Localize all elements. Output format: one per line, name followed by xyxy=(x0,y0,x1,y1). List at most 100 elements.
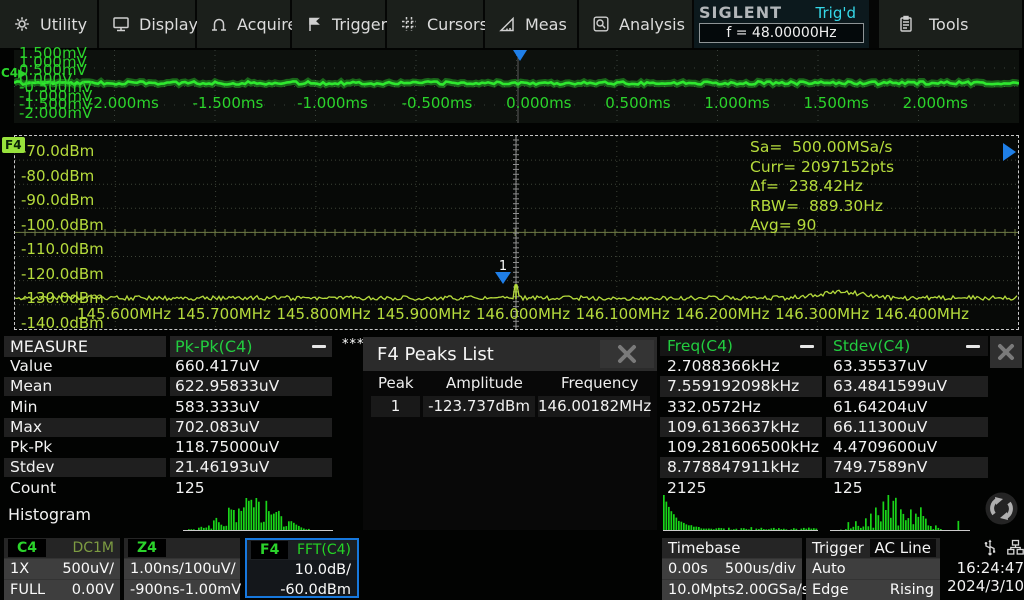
stat-value: 109.281606500kHz xyxy=(660,437,822,457)
measure-row: Mean622.95833uV xyxy=(0,377,337,397)
c4-badge: C4 xyxy=(8,539,46,557)
stat-value: 7.559192098kHz xyxy=(660,376,822,396)
menu-meas-label: Meas xyxy=(525,15,567,34)
measure-row: Min583.333uV xyxy=(0,398,337,418)
trigger-source: AC Line xyxy=(870,539,937,557)
trigger-position-marker[interactable] xyxy=(513,50,527,61)
timebase-title: Timebase xyxy=(668,539,740,557)
fft-level-marker[interactable] xyxy=(1003,143,1016,161)
channel-c4-descriptor[interactable]: C4 DC1M 1X500uV/ FULL0.00V xyxy=(4,538,120,598)
measure-histogram xyxy=(183,497,333,531)
stat-freq-values: 2.7088366kHz7.559192098kHz332.0572Hz109.… xyxy=(660,356,822,498)
menu-meas[interactable]: Meas xyxy=(485,0,577,48)
measure-rows: Value660.417uV Mean622.95833uV Min583.33… xyxy=(0,357,337,499)
menu-acquire[interactable]: Acquire xyxy=(197,0,290,48)
menu-utility-label: Utility xyxy=(40,15,87,34)
clock-panel: 16:24:47 2024/3/10 xyxy=(944,538,1024,598)
measure-minimize-icon[interactable] xyxy=(312,345,326,348)
date-display: 2024/3/10 xyxy=(944,577,1024,595)
siglent-logo: SIGLENT xyxy=(699,3,782,22)
close-icon xyxy=(616,344,638,364)
menu-acquire-label: Acquire xyxy=(237,15,297,34)
cursors-icon xyxy=(400,15,418,33)
trigger-status: Trig'd xyxy=(816,4,864,22)
fft-frequency-axis-labels: 145.600MHz145.700MHz145.800MHz145.900MHz… xyxy=(77,305,969,323)
timebase-panel[interactable]: Timebase 0.00s500us/div 10.0Mpts2.00GSa/… xyxy=(662,538,802,598)
histogram-label: Histogram xyxy=(8,505,91,524)
gear-icon xyxy=(13,15,31,33)
menu-trigger[interactable]: Trigger xyxy=(292,0,385,48)
measure-row: Pk-Pk118.75000uV xyxy=(0,438,337,458)
stat-stdev-minimize-icon[interactable] xyxy=(966,345,980,348)
menu-cursors-label: Cursors xyxy=(427,15,488,34)
tools-icon xyxy=(897,15,915,33)
close-icon xyxy=(996,342,1016,362)
network-icon xyxy=(1007,539,1024,556)
refresh-icon[interactable] xyxy=(983,490,1020,527)
trigger-status-box: SIGLENT Trig'd f = 48.00000Hz xyxy=(694,0,869,48)
menu-analysis[interactable]: Analysis xyxy=(579,0,692,48)
stat-column-freq: Freq(C4) 2.7088366kHz7.559192098kHz332.0… xyxy=(660,336,822,498)
stat-freq-header: Freq(C4) xyxy=(667,337,733,355)
stat-value: 61.64204uV xyxy=(826,397,988,417)
menu-display-label: Display xyxy=(139,15,198,34)
stats-close-button[interactable] xyxy=(990,336,1022,368)
measure-source: Pk-Pk(C4) xyxy=(170,336,332,357)
stat-value: 66.11300uV xyxy=(826,417,988,437)
acquire-icon xyxy=(210,15,228,33)
fft-f4-badge[interactable]: F4 xyxy=(2,137,25,153)
stat-value: 63.35537uV xyxy=(826,356,988,376)
channel-c4-marker[interactable]: C4▶ xyxy=(1,66,27,80)
fft-info-readout: Sa= 500.00MSa/sCurr= 2097152ptsΔf= 238.4… xyxy=(750,138,894,236)
stat-value: 4.4709600uV xyxy=(826,437,988,457)
menu-tools-label: Tools xyxy=(929,15,968,34)
math-f4-descriptor[interactable]: F4 FFT(C4) 10.0dB/ -60.0dBm xyxy=(245,538,359,598)
measure-row: Max702.083uV xyxy=(0,418,337,438)
time-domain-graticule[interactable]: 1.500mV1.000mV0.500mV0.000V-0.500mV-1.00… xyxy=(14,50,1019,123)
trigger-panel[interactable]: Trigger AC Line Auto EdgeRising xyxy=(806,538,940,598)
time-display: 16:24:47 xyxy=(944,559,1024,577)
stat-value: 63.4841599uV xyxy=(826,376,988,396)
z4-badge: Z4 xyxy=(128,539,166,557)
stat-value: 2.7088366kHz xyxy=(660,356,822,376)
measure-stars: *** xyxy=(342,337,365,352)
menu-cursors[interactable]: Cursors xyxy=(387,0,483,48)
stat-freq-minimize-icon[interactable] xyxy=(800,345,814,348)
stat-value: 8.778847911kHz xyxy=(660,457,822,477)
peaks-list-dialog: F4 Peaks List Peak Amplitude Frequency 1… xyxy=(363,337,657,530)
stat-value: 332.0572Hz xyxy=(660,397,822,417)
c4-coupling: DC1M xyxy=(72,540,116,556)
measure-panel: MEASURE Pk-Pk(C4) Value660.417uV Mean622… xyxy=(0,336,337,499)
oscilloscope-screen: Utility Display Acquire Trigger Cursors … xyxy=(0,0,1024,600)
menu-tools[interactable]: Tools xyxy=(879,0,1022,48)
peaks-table-row[interactable]: 1 -123.737dBm 146.00182MHz xyxy=(363,396,657,417)
fft-graticule[interactable]: -70.0dBm-80.0dBm-90.0dBm-100.0dBm-110.0d… xyxy=(14,135,1019,330)
menu-bar: Utility Display Acquire Trigger Cursors … xyxy=(0,0,1024,48)
peaks-dialog-close-button[interactable] xyxy=(600,340,654,368)
time-axis-labels: -2.000ms-1.500ms-1.000ms-0.500ms0.000ms0… xyxy=(88,94,968,112)
zoom-z4-descriptor[interactable]: Z4 1.00ns/100uV/ -900ns-1.00mV xyxy=(124,538,240,598)
measure-title: MEASURE xyxy=(4,336,166,357)
peaks-table-headers: Peak Amplitude Frequency xyxy=(363,374,657,394)
menu-display[interactable]: Display xyxy=(99,0,195,48)
stat-value: 109.6136637kHz xyxy=(660,417,822,437)
stat-value: 749.7589nV xyxy=(826,457,988,477)
stat-stdev-header: Stdev(C4) xyxy=(833,337,910,355)
trigger-title: Trigger xyxy=(812,539,864,557)
menu-trigger-label: Trigger xyxy=(332,15,387,34)
measure-icon xyxy=(498,15,516,33)
menu-analysis-label: Analysis xyxy=(619,15,685,34)
vertical-scale-labels: 1.500mV1.000mV0.500mV0.000V-0.500mV-1.00… xyxy=(19,45,92,113)
menu-utility[interactable]: Utility xyxy=(0,0,97,48)
peak-1-marker[interactable] xyxy=(495,272,511,284)
f4-badge: F4 xyxy=(251,541,288,559)
frequency-readout: f = 48.00000Hz xyxy=(699,23,864,43)
display-icon xyxy=(112,15,130,33)
stdev-histogram xyxy=(830,494,970,531)
measure-row: Stdev21.46193uV xyxy=(0,458,337,478)
stat-column-stdev: Stdev(C4) 63.35537uV63.4841599uV61.64204… xyxy=(826,336,988,498)
flag-icon xyxy=(305,15,323,33)
peaks-table-rows: 1 -123.737dBm 146.00182MHz xyxy=(363,396,657,417)
measure-row: Value660.417uV xyxy=(0,357,337,377)
usb-icon xyxy=(983,539,997,556)
